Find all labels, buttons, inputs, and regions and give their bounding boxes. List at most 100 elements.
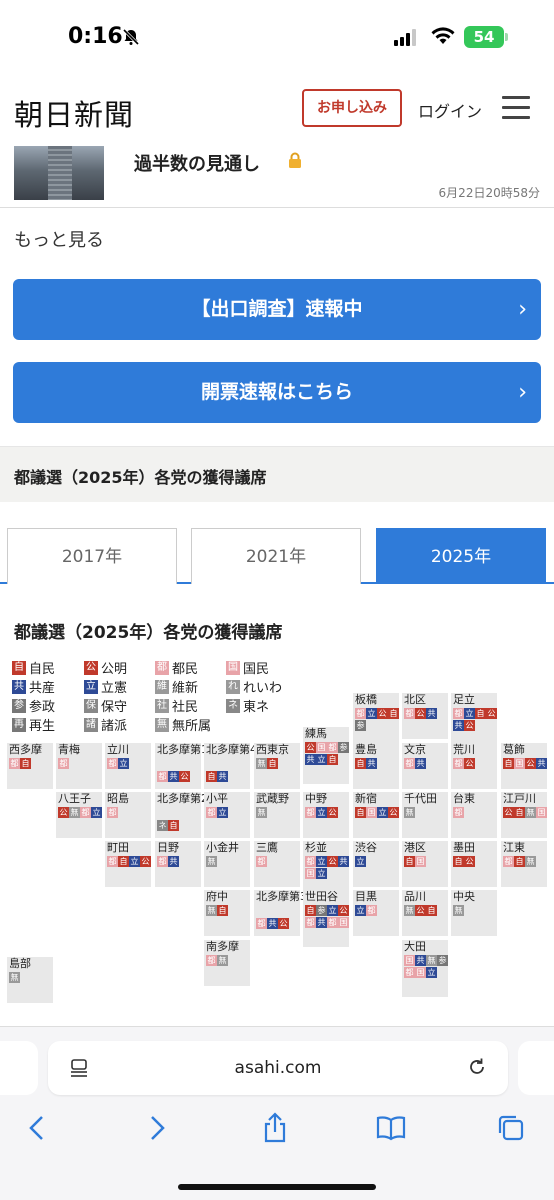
district-cell[interactable]: 渋谷立 [353,841,399,887]
district-cell[interactable]: 品川無公自 [402,890,448,936]
seat-badge: 共 [168,771,179,782]
address-bar[interactable]: asahi.com [48,1041,508,1095]
seat-badge: 自 [355,807,366,818]
back-icon[interactable] [20,1111,54,1145]
tab-2017[interactable]: 2017年 [7,528,177,584]
district-cell[interactable]: 西東京無自 [254,743,300,789]
status-bar: 0:16 54 [0,0,554,76]
district-cell[interactable]: 北多摩第4 自共 [204,743,257,789]
district-cell[interactable]: 世田谷自参立公都共都国 [303,890,349,947]
more-link[interactable]: もっと見る [14,226,104,252]
seat-badge: 自 [206,771,217,782]
district-cell[interactable]: 葛飾自国公共 [501,743,547,789]
legend-badge: 自 [12,660,26,675]
district-cell[interactable]: 新宿自国立公 [353,792,399,838]
seat-badge: 自 [388,708,399,719]
district-cell[interactable]: 西多摩都自 [7,743,53,789]
share-icon[interactable] [258,1111,292,1145]
district-cell[interactable]: 町田都自立公 [105,841,151,887]
district-cell[interactable]: 南多摩都無 [204,940,250,986]
district-cell[interactable]: 北区都公共 [402,693,448,739]
district-cell[interactable]: 小金井無 [204,841,250,887]
seat-badge: 公 [327,856,338,867]
seat-badge: 都 [366,905,377,916]
seat-badge: 都 [305,917,316,928]
district-cell[interactable]: 立川都立 [105,743,151,789]
reload-icon[interactable] [466,1056,488,1078]
district-cell[interactable]: 足立都立自公共公 [451,693,497,750]
next-tab-preview[interactable] [518,1041,554,1095]
legend-badge: 再 [12,717,26,732]
seat-badge: 立 [316,807,327,818]
legend-badge: ネ [226,698,240,713]
district-cell[interactable]: 島部無 [7,957,53,1003]
forward-icon[interactable] [140,1111,174,1145]
district-cell[interactable]: 中野都立公 [303,792,349,838]
tabs-icon[interactable] [494,1111,528,1145]
district-cell[interactable]: 三鷹都 [254,841,300,887]
bookmarks-icon[interactable] [374,1111,408,1145]
seat-badge: 国 [366,807,377,818]
site-logo[interactable]: 朝日新聞 [14,92,134,134]
seat-badge: 都 [206,807,217,818]
seat-badge: 国 [316,742,327,753]
tab-2021[interactable]: 2021年 [191,528,361,584]
district-cell[interactable]: 北多摩第2 ネ自 [155,792,208,838]
district-cell[interactable]: 中央無 [451,890,497,936]
legend-badge: 公 [84,660,98,675]
district-name: 品川 [404,890,426,903]
exit-poll-button[interactable]: 【出口調査】速報中 › [13,279,541,340]
district-cell[interactable]: 墨田自公 [451,841,497,887]
district-cell[interactable]: 青梅都 [56,743,102,789]
seat-badge: 共 [305,754,316,765]
login-link[interactable]: ログイン [418,98,482,122]
seat-badge: 立 [327,905,338,916]
district-name: 港区 [404,841,426,854]
district-cell[interactable]: 荒川都公 [451,743,497,789]
seat-badge: 無 [69,807,80,818]
tab-2025[interactable]: 2025年 [376,528,546,584]
district-cell[interactable]: 目黒立都 [353,890,399,936]
subscribe-button[interactable]: お申し込み [302,89,402,127]
district-cell[interactable]: 八王子公無都立 [56,792,102,838]
seat-badge: 無 [404,807,415,818]
legend-badge: 共 [12,679,26,694]
seat-badge: 自 [267,758,278,769]
previous-tab-preview[interactable] [0,1041,38,1095]
district-cell[interactable]: 武蔵野無 [254,792,300,838]
chevron-right-icon: › [518,380,527,405]
legend-label: 無所属 [172,719,212,734]
district-cell[interactable]: 昭島都 [105,792,151,838]
seat-badge: 国 [338,917,349,928]
counting-results-button[interactable]: 開票速報はこちら › [13,362,541,423]
hamburger-menu-icon[interactable] [502,96,530,120]
district-cell[interactable]: 日野都共 [155,841,201,887]
district-cell[interactable]: 練馬公国都参共立自 [303,727,349,784]
district-cell[interactable]: 文京都共 [402,743,448,789]
article-item[interactable]: 過半数の見通し 6月22日20時58分 [0,142,554,208]
district-cell[interactable]: 豊島自共 [353,743,399,789]
district-cell[interactable]: 府中無自 [204,890,250,936]
seat-badge: 無 [404,905,415,916]
district-cell[interactable]: 大田国共無参都国立 [402,940,448,997]
district-cell[interactable]: 北多摩第1 都共公 [155,743,208,789]
district-cell[interactable]: 台東都 [451,792,497,838]
cell-signal-icon [394,28,416,46]
district-cell[interactable]: 千代田無 [402,792,448,838]
district-name: 世田谷 [305,890,338,903]
district-cell[interactable]: 江戸川公自無国 [501,792,547,838]
district-cell[interactable]: 北多摩第3 都共公 [254,890,307,936]
legend-item: 無無所属 [155,715,211,734]
seat-badge: 公 [486,708,497,719]
legend-item: 社社民 [155,696,198,715]
seat-badge: 都 [453,807,464,818]
seat-badge: 共 [267,918,278,929]
district-cell[interactable]: 江東都自無 [501,841,547,887]
seat-badge: 公 [525,758,536,769]
district-name: 荒川 [453,743,475,756]
district-name: 杉並 [305,841,327,854]
district-cell[interactable]: 小平都立 [204,792,250,838]
seat-badge: 立 [426,967,437,978]
article-title[interactable]: 過半数の見通し [134,150,260,176]
district-cell[interactable]: 港区自国 [402,841,448,887]
